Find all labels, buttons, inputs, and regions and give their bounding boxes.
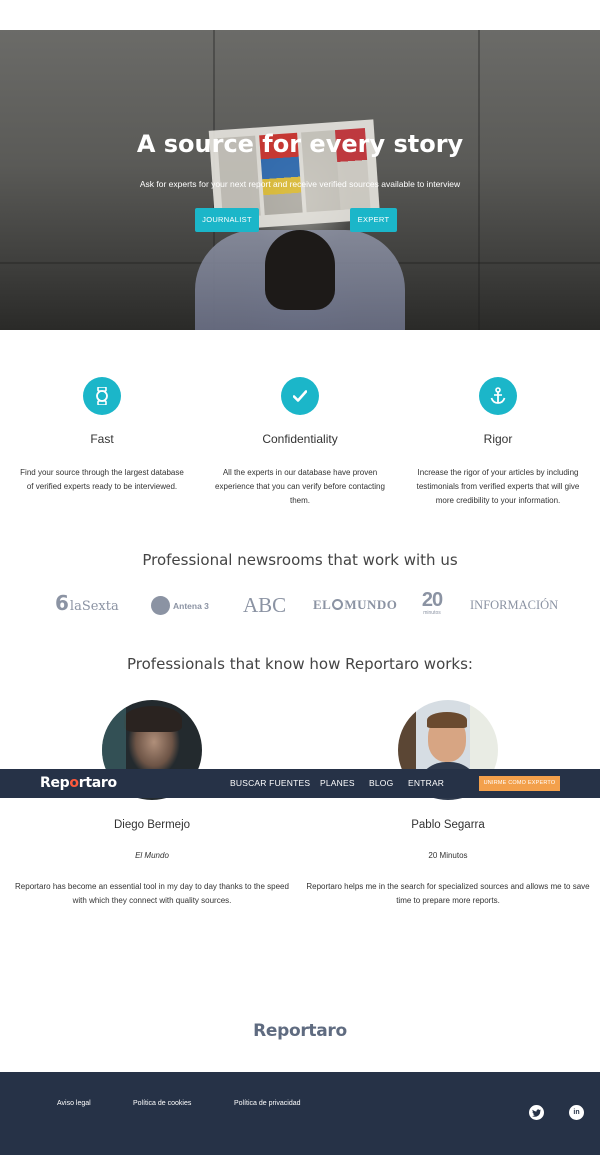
feature-fast: Fast Find your source through the larges… — [2, 377, 202, 494]
main-navbar: Reportaro BUSCAR FUENTES PLANES BLOG ENT… — [0, 769, 600, 798]
join-as-expert-button[interactable]: UNIRME COMO EXPERTO — [479, 776, 560, 791]
twitter-icon[interactable] — [529, 1105, 544, 1120]
newsrooms-heading: Professional newsrooms that work with us — [142, 551, 458, 569]
brand-logo[interactable]: Reportaro — [40, 775, 117, 791]
feature-text: All the experts in our database have pro… — [215, 468, 385, 505]
informacion-logo: INFORMACIÓN — [470, 598, 559, 612]
professional-name: Diego Bermejo — [113, 819, 191, 831]
footer-link-legal[interactable]: Aviso legal — [57, 1100, 91, 1107]
footer-link-privacy[interactable]: Política de privacidad — [234, 1100, 301, 1107]
checkmark-icon — [281, 377, 319, 415]
abc-logo: ABC — [243, 593, 287, 617]
lasexta-logo: 6laSexta — [55, 591, 119, 615]
hero-subtitle: Ask for experts for your next report and… — [139, 179, 461, 189]
elmundo-logo: EL MUNDO — [313, 597, 398, 612]
feature-text: Increase the rigor of your articles by i… — [416, 468, 580, 505]
elmundo-globe-icon — [332, 599, 344, 610]
testimonial-diego: Diego Bermejo El Mundo Reportaro has bec… — [7, 819, 297, 908]
footer-brand-logo: Reportaro — [253, 1021, 347, 1041]
antena3-logo: Antena 3 — [151, 596, 209, 615]
journalist-button[interactable]: JOURNALIST — [195, 208, 259, 232]
feature-confidentiality: Confidentiality All the experts in our d… — [200, 377, 400, 508]
feature-title: Rigor — [483, 432, 513, 446]
feature-text: Find your source through the largest dat… — [20, 468, 184, 491]
20minutos-logo: 20 minutos — [421, 589, 443, 616]
anchor-icon — [479, 377, 517, 415]
professional-name: Pablo Segarra — [411, 819, 485, 831]
professional-quote: Reportaro helps me in the search for spe… — [306, 882, 590, 905]
antena3-icon — [151, 596, 170, 615]
feature-title: Confidentiality — [262, 432, 338, 446]
linkedin-icon[interactable]: in — [569, 1105, 584, 1120]
hero-title: A source for every story — [136, 130, 464, 158]
professionals-heading: Professionals that know how Reportaro wo… — [127, 655, 473, 673]
nav-buscar-fuentes[interactable]: BUSCAR FUENTES — [230, 778, 310, 788]
nav-planes[interactable]: PLANES — [320, 778, 355, 788]
expert-button[interactable]: EXPERT — [350, 208, 397, 232]
nav-blog[interactable]: BLOG — [369, 778, 393, 788]
testimonial-pablo: Pablo Segarra 20 Minutos Reportaro helps… — [303, 819, 593, 908]
hero-section: A source for every story Ask for experts… — [0, 30, 600, 330]
professional-quote: Reportaro has become an essential tool i… — [15, 882, 289, 905]
feature-title: Fast — [90, 432, 114, 446]
footer-link-cookies[interactable]: Política de cookies — [133, 1100, 191, 1107]
professional-outlet: 20 Minutos — [428, 851, 468, 860]
watch-icon — [83, 377, 121, 415]
professional-outlet: El Mundo — [135, 851, 169, 860]
feature-rigor: Rigor Increase the rigor of your article… — [398, 377, 598, 508]
reader-head-image — [265, 230, 335, 310]
footer: Aviso legal Política de cookies Política… — [0, 1072, 600, 1155]
nav-entrar[interactable]: ENTRAR — [408, 778, 444, 788]
